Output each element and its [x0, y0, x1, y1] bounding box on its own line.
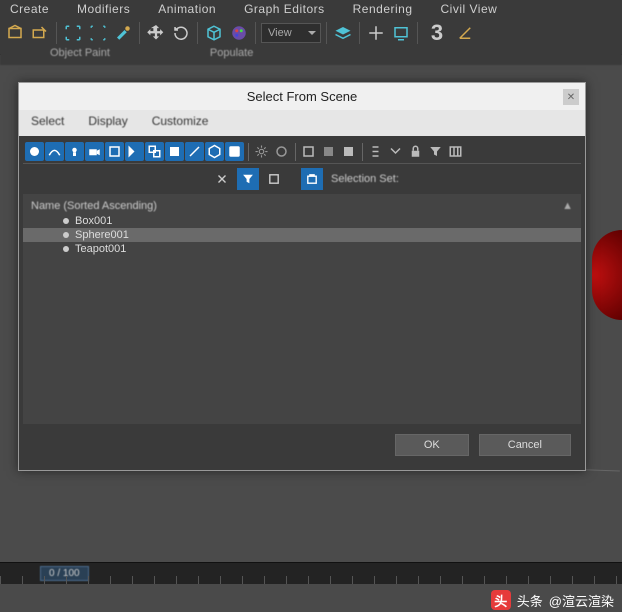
- find-button[interactable]: [237, 168, 259, 190]
- expand-icon[interactable]: [366, 142, 385, 161]
- dialog-titlebar[interactable]: Select From Scene ✕: [19, 83, 585, 110]
- filter-helper-icon[interactable]: [105, 142, 124, 161]
- filter-bone-icon[interactable]: [185, 142, 204, 161]
- 3d-snap-button[interactable]: 3: [423, 22, 451, 44]
- geometry-icon: [63, 246, 69, 252]
- list-header-name: Name (Sorted Ascending): [31, 200, 157, 212]
- container-icon[interactable]: [4, 22, 26, 44]
- close-icon[interactable]: ✕: [563, 89, 579, 105]
- list-item-label: Teapot001: [75, 243, 126, 255]
- dialog-body: Selection Set: Name (Sorted Ascending) ▲…: [19, 136, 585, 470]
- display-shaded-icon[interactable]: [339, 142, 358, 161]
- menu-animation[interactable]: Animation: [158, 2, 216, 16]
- filter-group-icon[interactable]: [145, 142, 164, 161]
- clear-search-button[interactable]: [211, 168, 233, 190]
- display-flat-icon[interactable]: [319, 142, 338, 161]
- dialog-title: Select From Scene: [247, 89, 358, 104]
- paint-brush-icon[interactable]: [112, 22, 134, 44]
- filter-container-icon[interactable]: [205, 142, 224, 161]
- sort-arrow-icon: ▲: [562, 200, 573, 212]
- toolbar-sublabels: Object Paint Populate: [0, 47, 622, 65]
- geometry-icon: [63, 218, 69, 224]
- scene-object-red: [592, 230, 622, 320]
- timeline-ticks: [0, 576, 622, 584]
- cube-icon[interactable]: [203, 22, 225, 44]
- populate-label: Populate: [210, 47, 253, 59]
- list-item[interactable]: Box001: [23, 214, 581, 228]
- menu-modifiers[interactable]: Modifiers: [77, 2, 130, 16]
- select-from-scene-dialog: Select From Scene ✕ Select Display Custo…: [18, 82, 586, 471]
- ok-button[interactable]: OK: [395, 434, 469, 456]
- watermark: 头 头条 @渲云渲染: [491, 590, 614, 610]
- filter-frozen-icon[interactable]: [225, 142, 244, 161]
- lock-icon[interactable]: [406, 142, 425, 161]
- filter-sphere-icon[interactable]: [25, 142, 44, 161]
- scene-list: Name (Sorted Ascending) ▲ Box001 Sphere0…: [23, 194, 581, 424]
- filter-shape-icon[interactable]: [45, 142, 64, 161]
- filter-toolbar: [23, 140, 581, 164]
- filter-camera-icon[interactable]: [85, 142, 104, 161]
- cancel-button[interactable]: Cancel: [479, 434, 571, 456]
- filter-all-icon[interactable]: [272, 142, 291, 161]
- selection-set-button[interactable]: [301, 168, 323, 190]
- menu-rendering[interactable]: Rendering: [353, 2, 413, 16]
- watermark-handle: @渲云渲染: [549, 591, 614, 610]
- layer-dropdown-icon[interactable]: [332, 22, 354, 44]
- dialog-menu-customize[interactable]: Customize: [152, 114, 209, 128]
- selection-set-label: Selection Set:: [331, 173, 399, 185]
- palette-icon[interactable]: [228, 22, 250, 44]
- main-menu-bar: Create Modifiers Animation Graph Editors…: [0, 0, 622, 18]
- list-item[interactable]: Teapot001: [23, 242, 581, 256]
- list-item-label: Sphere001: [75, 229, 129, 241]
- watermark-prefix: 头条: [517, 591, 543, 610]
- dialog-menu: Select Display Customize: [19, 110, 585, 136]
- display-wire-icon[interactable]: [299, 142, 318, 161]
- filter-funnel-icon[interactable]: [426, 142, 445, 161]
- list-item[interactable]: Sphere001: [23, 228, 581, 242]
- list-item-label: Box001: [75, 215, 112, 227]
- selection-brackets-icon[interactable]: [62, 22, 84, 44]
- view-dropdown[interactable]: View: [261, 23, 321, 43]
- filter-xref-icon[interactable]: [165, 142, 184, 161]
- edit-container-icon[interactable]: [29, 22, 51, 44]
- move-icon[interactable]: [145, 22, 167, 44]
- selection-brackets-dotted-icon[interactable]: [87, 22, 109, 44]
- collapse-icon[interactable]: [386, 142, 405, 161]
- angle-snap-icon[interactable]: [454, 22, 476, 44]
- dialog-button-row: OK Cancel: [23, 424, 581, 466]
- screen-icon[interactable]: [390, 22, 412, 44]
- view-toggle-button[interactable]: [263, 168, 285, 190]
- object-paint-label: Object Paint: [50, 47, 110, 59]
- axis-icon[interactable]: [365, 22, 387, 44]
- list-header[interactable]: Name (Sorted Ascending) ▲: [23, 198, 581, 214]
- dialog-menu-display[interactable]: Display: [88, 114, 127, 128]
- rotate-icon[interactable]: [170, 22, 192, 44]
- menu-graph-editors[interactable]: Graph Editors: [244, 2, 325, 16]
- geometry-icon: [63, 232, 69, 238]
- filter-spacewarp-icon[interactable]: [125, 142, 144, 161]
- menu-civil-view[interactable]: Civil View: [441, 2, 498, 16]
- filter-settings-icon[interactable]: [252, 142, 271, 161]
- dialog-menu-select[interactable]: Select: [31, 114, 64, 128]
- filter-light-icon[interactable]: [65, 142, 84, 161]
- selection-set-bar: Selection Set:: [23, 164, 581, 194]
- columns-icon[interactable]: [446, 142, 465, 161]
- toutiao-logo-icon: 头: [491, 590, 511, 610]
- menu-create[interactable]: Create: [10, 2, 49, 16]
- timeline[interactable]: 0 / 100: [0, 562, 622, 584]
